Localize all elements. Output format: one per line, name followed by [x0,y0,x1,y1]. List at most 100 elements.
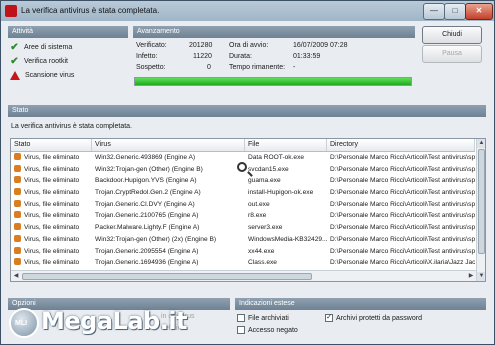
file-cell: out.exe [248,200,270,208]
vertical-scrollbar[interactable]: ▲ ▼ [476,139,485,281]
column-header-virus[interactable]: Virus [92,139,245,151]
scroll-left-icon[interactable]: ◀ [11,271,21,281]
table-header: Stato Virus File Directory [11,139,475,152]
check-icon: ✔ [10,55,19,67]
table-row[interactable]: Virus, file eliminato Trojan.Generic.CI.D… [11,199,475,211]
column-header-directory[interactable]: Directory [327,139,475,151]
directory-cell: D:\Personale Marco Ricci\Articoli\Test a… [330,177,475,185]
infected-value: 11220 [193,53,212,60]
status-cell: Virus, file eliminato [11,152,92,164]
status-header: Stato [8,105,486,117]
virus-icon [14,188,21,196]
file-cell: WindowsMedia-KB32429... [248,235,327,243]
table-row[interactable]: Virus, file eliminato Trojan.Generic.1694… [11,257,475,269]
virus-cell: Trojan.CryptRedol.Gen.2 (Engine A) [95,189,201,197]
start-time-value: 16/07/2009 07:28 [293,42,348,49]
status-cell: Virus, file eliminato [11,234,92,246]
status-text: Virus, file eliminato [24,189,80,197]
status-cell: Virus, file eliminato [11,246,92,258]
password-archives-option[interactable]: ✓ Archivi protetti da password [325,314,422,322]
scroll-down-icon[interactable]: ▼ [477,272,485,281]
status-text: Virus, file eliminato [24,212,80,220]
checkbox-checked[interactable]: ✓ [325,314,333,322]
app-icon [5,5,17,17]
virus-icon [14,234,21,242]
status-text: Virus, file eliminato [24,224,80,232]
status-text: Virus, file eliminato [24,154,80,161]
antivirus-window: La verifica antivirus è stata completata… [0,0,495,345]
duration-label: Durata: [229,53,252,60]
virus-icon [14,176,21,184]
directory-cell: D:\Personale Marco Ricci\Articoli\Test a… [330,165,475,173]
status-text: Virus, file eliminato [24,177,80,185]
table-row[interactable]: Virus, file eliminato Trojan.Generic.2100… [11,210,475,222]
horizontal-scroll-thumb[interactable] [22,273,312,280]
progress-header: Avanzamento [133,26,415,38]
extended-info-header: Indicazioni estese [235,298,486,310]
table-row[interactable]: Virus, file eliminato Win32:Trojan-gen (O… [11,234,475,246]
virus-icon [14,164,21,172]
virus-icon [14,211,21,219]
column-header-status[interactable]: Stato [11,139,92,151]
activity-label: Aree di sistema [24,43,73,51]
status-text: Virus, file eliminato [24,235,80,243]
status-cell: Virus, file eliminato [11,210,92,222]
directory-cell: D:\Personale Marco Ricci\Articoli\X.ilar… [330,259,475,267]
directory-cell: D:\Personale Marco Ricci\Articoli\Test a… [330,154,475,161]
table-row[interactable]: Virus, file eliminato Packer.Malware.Ligh… [11,222,475,234]
column-header-file[interactable]: File [245,139,327,151]
horizontal-scrollbar[interactable]: ◀ ▶ [11,270,476,281]
virus-icon [14,153,21,160]
file-cell: Data ROOT-ok.exe [248,154,305,161]
virus-cell: Backdoor.Hupigon.YVS (Engine A) [95,177,197,185]
close-button[interactable]: Chiudi [422,26,482,44]
infected-label: Infetto: [136,53,158,60]
table-row[interactable]: Virus, file eliminato Trojan.CryptRedol.G… [11,187,475,199]
file-cell: Class.exe [248,259,277,267]
status-text: Virus, file eliminato [24,200,80,208]
archived-files-option[interactable]: File archiviati [237,314,289,322]
status-cell: Virus, file eliminato [11,199,92,211]
megalab-watermark-logo: MLI MegaLab.it [7,306,188,344]
table-row[interactable]: Virus, file eliminato Backdoor.Hupigon.YV… [11,175,475,187]
status-message: La verifica antivirus è stata completata… [11,123,133,130]
scroll-thumb[interactable] [478,149,485,254]
directory-cell: D:\Personale Marco Ricci\Articoli\Test a… [330,189,475,197]
logo-text: MegaLab.it [41,307,188,335]
verified-value: 201280 [189,42,213,49]
status-text: Virus, file eliminato [24,247,80,255]
checkbox[interactable] [237,326,245,334]
activity-label: Verifica rootkit [24,57,68,65]
pause-button[interactable]: Pausa [422,45,482,63]
archived-files-label: File archiviati [248,314,289,322]
check-icon: ✔ [10,41,19,53]
maximize-button[interactable]: □ [444,3,466,20]
access-denied-option[interactable]: Accesso negato [237,326,298,334]
table-row[interactable]: Virus, file eliminato Trojan.Generic.2095… [11,246,475,258]
close-window-button[interactable]: ✕ [465,3,493,20]
scroll-right-icon[interactable]: ▶ [466,271,476,281]
warning-icon [10,70,20,80]
status-cell: Virus, file eliminato [11,222,92,234]
virus-icon [14,246,21,254]
virus-cell: Win32:Trojan-gen (Other) (2x) (Engine B) [95,235,217,243]
activity-item-rootkit: ✔ Verifica rootkit [9,54,129,68]
minimize-button[interactable]: — [423,3,445,20]
directory-cell: D:\Personale Marco Ricci\Articoli\Test a… [330,235,475,243]
virus-icon [14,199,21,207]
virus-cell: Trojan.Generic.CI.DVY (Engine A) [95,200,195,208]
results-table[interactable]: Stato Virus File Directory Virus, file e… [10,138,486,282]
file-cell: r8.exe [248,212,267,220]
directory-cell: D:\Personale Marco Ricci\Articoli\Test a… [330,212,475,220]
verified-label: Verificato: [136,42,167,49]
status-text: Virus, file eliminato [24,259,80,267]
remaining-value: - [293,64,296,71]
file-cell: svcdan15.exe [248,165,289,173]
checkbox[interactable] [237,314,245,322]
file-cell: guama.exe [248,177,281,185]
status-cell: Virus, file eliminato [11,187,92,199]
scroll-up-icon[interactable]: ▲ [477,139,485,148]
status-cell: Virus, file eliminato [11,164,92,176]
virus-cell: Trojan.Generic.2100765 (Engine A) [95,212,199,220]
progress-fill [135,78,411,85]
